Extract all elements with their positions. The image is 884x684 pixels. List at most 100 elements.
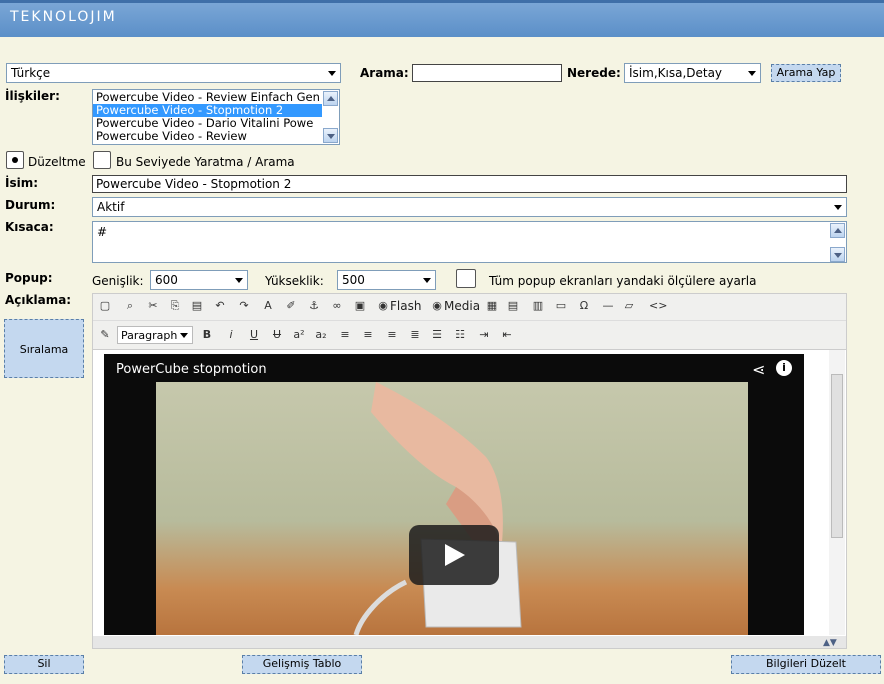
status-select-value: Aktif (97, 200, 125, 214)
editor-content[interactable]: PowerCube stopmotion ⋖ i (93, 349, 846, 636)
hr-layer-icon[interactable]: ▭ (553, 298, 569, 314)
popup-width-label: Genişlik: (92, 274, 144, 288)
cut-icon[interactable]: ✂ (145, 298, 161, 314)
flash-icon[interactable]: ◉ (375, 298, 391, 314)
popup-height-value: 500 (342, 273, 365, 287)
where-label: Nerede: (567, 66, 621, 80)
short-text: # (97, 225, 108, 239)
relation-item[interactable]: Powercube Video - Review (93, 130, 322, 143)
search-input[interactable] (412, 64, 562, 82)
new-document-icon[interactable]: ▢ (97, 298, 113, 314)
name-input[interactable]: Powercube Video - Stopmotion 2 (92, 175, 847, 193)
justify-icon[interactable]: ≣ (407, 327, 423, 343)
relation-item[interactable]: Powercube Video - Stopmotion 2 (93, 104, 322, 117)
code-icon[interactable]: <> (649, 298, 667, 314)
resize-arrows-icon[interactable]: ▲▼ (823, 638, 837, 648)
popup-all-checkbox[interactable] (456, 269, 476, 288)
status-select[interactable]: Aktif (92, 197, 847, 217)
copy-icon[interactable]: ⎘ (167, 298, 183, 314)
brand-logo: TEKNOLOJIM (10, 9, 117, 25)
short-label: Kısaca: (5, 220, 54, 234)
link-icon[interactable]: ∞ (329, 298, 345, 314)
popup-all-label: Tüm popup ekranları yandaki ölçülere aya… (489, 274, 757, 288)
status-label: Durum: (5, 198, 56, 212)
delete-button[interactable]: Sil (4, 655, 84, 674)
popup-height-label: Yükseklik: (265, 274, 324, 288)
media-button[interactable]: Media (444, 298, 480, 314)
info-icon[interactable]: i (776, 360, 792, 376)
share-icon[interactable]: ⋖ (752, 360, 765, 379)
image-icon[interactable]: ▣ (352, 298, 368, 314)
find-icon[interactable]: ⌕ (122, 298, 138, 314)
hand-and-cube-illustration (353, 382, 522, 635)
align-center-icon[interactable]: ≡ (360, 327, 376, 343)
play-button[interactable] (409, 525, 499, 585)
play-icon (445, 544, 465, 566)
popup-height-select[interactable]: 500 (337, 270, 436, 290)
search-label: Arama: (360, 66, 409, 80)
paste-icon[interactable]: ▤ (189, 298, 205, 314)
anchor-icon[interactable]: ⚓ (306, 298, 322, 314)
eraser-icon[interactable]: ▱ (621, 298, 637, 314)
video-frame-image (156, 382, 748, 635)
relation-item[interactable]: Powercube Video - Dario Vitalini Powe (93, 117, 322, 130)
chevron-down-icon (423, 278, 431, 283)
rich-text-editor: ▢ ⌕ ✂ ⎘ ▤ ↶ ↷ A ✐ ⚓ ∞ ▣ ◉ Flash ◉ Media ▦ ▤ ▥ ▭ Ω — ▱ <> ✎ Para… (92, 293, 847, 649)
redo-icon[interactable]: ↷ (236, 298, 252, 314)
flash-button[interactable]: Flash (390, 298, 421, 314)
advanced-table-button[interactable]: Gelişmiş Tablo (242, 655, 362, 674)
name-label: İsim: (5, 176, 39, 190)
editor-resize-bar[interactable] (93, 636, 846, 648)
grid-icon[interactable]: ▥ (530, 298, 546, 314)
save-button[interactable]: Bilgileri Düzelt (731, 655, 881, 674)
ordered-list-icon[interactable]: ☰ (429, 327, 445, 343)
highlight-icon[interactable]: ✐ (283, 298, 299, 314)
media-icon[interactable]: ◉ (429, 298, 445, 314)
video-player[interactable]: PowerCube stopmotion ⋖ i (104, 354, 804, 635)
indent-icon[interactable]: ⇥ (476, 327, 492, 343)
relation-item[interactable]: Powercube Video - Review Einfach Gen (93, 91, 322, 104)
sort-button[interactable]: Sıralama (4, 319, 84, 378)
language-select[interactable]: Türkçe (6, 63, 341, 83)
omega-icon[interactable]: Ω (576, 298, 592, 314)
relations-listbox[interactable]: Powercube Video - Review Einfach Gen Powe… (92, 89, 340, 145)
scroll-up-button[interactable] (323, 91, 338, 106)
subscript-icon[interactable]: a₂ (313, 327, 329, 343)
where-select[interactable]: İsim,Kısa,Detay (624, 63, 761, 83)
edit-mode-radio[interactable] (6, 151, 24, 169)
popup-width-select[interactable]: 600 (150, 270, 248, 290)
where-select-value: İsim,Kısa,Detay (629, 66, 723, 80)
scroll-down-button[interactable] (323, 128, 338, 143)
bold-icon[interactable]: B (199, 327, 215, 343)
edit-table-icon[interactable]: ▤ (505, 298, 521, 314)
italic-icon[interactable]: i (223, 327, 239, 343)
radio-dot-icon (12, 157, 18, 163)
strikethrough-icon[interactable]: U (269, 327, 285, 343)
unordered-list-icon[interactable]: ☷ (452, 327, 468, 343)
undo-icon[interactable]: ↶ (212, 298, 228, 314)
align-left-icon[interactable]: ≡ (337, 327, 353, 343)
editor-toolbar-row-2: ✎ Paragraph Bi U Ua² a₂ ≡ ≡ ≡ ≣ ☰ ☷ ⇥ ⇤ (93, 320, 846, 348)
video-title: PowerCube stopmotion (116, 362, 267, 377)
editor-toolbar-row-1: ▢ ⌕ ✂ ⎘ ▤ ↶ ↷ A ✐ ⚓ ∞ ▣ ◉ Flash ◉ Media ▦ ▤ ▥ ▭ Ω — ▱ <> (93, 294, 846, 319)
scroll-down-button[interactable] (830, 247, 845, 262)
popup-width-value: 600 (155, 273, 178, 287)
scroll-up-button[interactable] (830, 223, 845, 238)
outdent-icon[interactable]: ⇤ (499, 327, 515, 343)
horizontal-rule-icon[interactable]: — (600, 298, 616, 314)
create-mode-radio[interactable] (93, 151, 111, 169)
short-textarea[interactable]: # (92, 221, 847, 263)
relations-label: İlişkiler: (5, 89, 60, 103)
table-icon[interactable]: ▦ (484, 298, 500, 314)
popup-label: Popup: (5, 271, 53, 285)
text-color-icon[interactable]: A (260, 298, 276, 314)
chevron-down-icon (235, 278, 243, 283)
top-bar (0, 0, 884, 37)
underline-icon[interactable]: U (246, 327, 262, 343)
superscript-icon[interactable]: a² (291, 327, 307, 343)
description-label: Açıklama: (5, 293, 72, 307)
search-button[interactable]: Arama Yap (771, 64, 841, 82)
editor-scrollbar[interactable] (829, 350, 845, 635)
align-right-icon[interactable]: ≡ (384, 327, 400, 343)
scrollbar-thumb[interactable] (831, 374, 843, 538)
